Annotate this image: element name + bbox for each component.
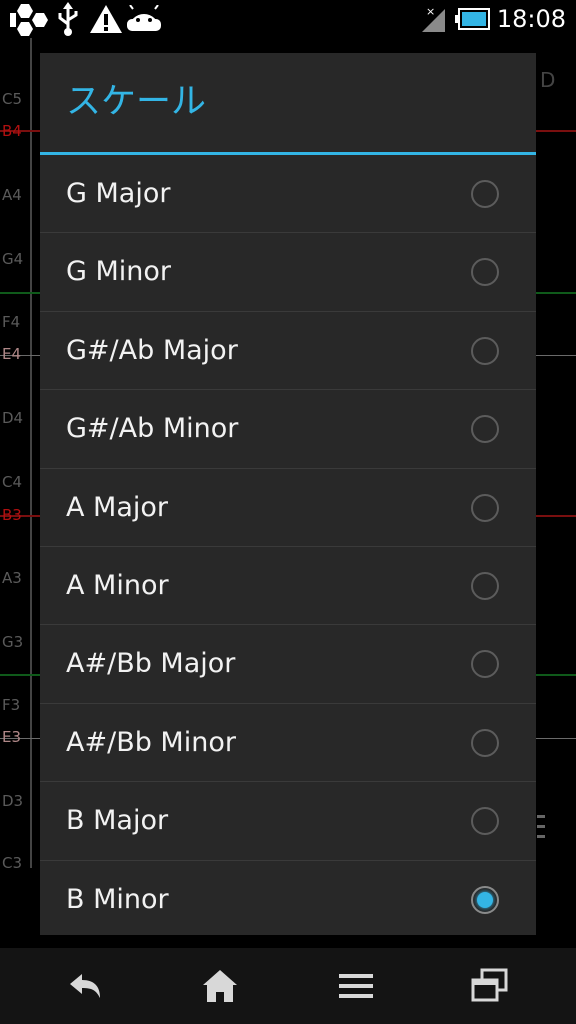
no-signal-icon: × [422, 5, 445, 32]
radio-button[interactable] [471, 571, 499, 600]
radio-button[interactable] [471, 258, 499, 287]
scale-option[interactable]: B Minor [40, 861, 536, 939]
radio-button[interactable] [471, 650, 499, 679]
scale-option-label: G Major [66, 178, 171, 209]
scale-option[interactable]: A Major [40, 469, 536, 547]
recent-apps-icon[interactable] [470, 966, 510, 1006]
menu-icon[interactable] [336, 966, 376, 1006]
scale-option-label: A#/Bb Minor [66, 726, 236, 758]
svg-text:×: × [426, 5, 435, 18]
scale-option-label: B Minor [66, 883, 169, 915]
usb-icon [58, 2, 78, 36]
note-label: D4 [2, 409, 24, 427]
note-label: D3 [2, 792, 24, 810]
scale-option-label: A Minor [66, 569, 169, 601]
scale-option-list: G Major G Minor G#/Ab Major G#/Ab Minor A Ma… [40, 155, 536, 939]
scale-option-label: B Major [66, 805, 169, 837]
note-label: F4 [2, 313, 21, 331]
note-label: G3 [2, 633, 24, 651]
battery-icon [455, 8, 490, 30]
background-partial-text: D [540, 68, 556, 92]
scale-option[interactable]: B Major [40, 782, 536, 861]
note-label: C3 [2, 854, 23, 872]
background-menu-icon [537, 815, 545, 845]
warning-icon [90, 5, 122, 33]
scale-option-label: G#/Ab Minor [66, 413, 239, 445]
scale-option[interactable]: G Minor [40, 233, 536, 312]
radio-selected-dot [477, 891, 493, 908]
note-label: B4 [2, 122, 22, 140]
scale-option-label: G Minor [66, 256, 172, 288]
note-label: A3 [2, 569, 22, 587]
note-label: F3 [2, 696, 21, 714]
scale-option-label: A#/Bb Major [66, 648, 236, 680]
status-bar: × 18:08 [0, 0, 576, 38]
note-label: G4 [2, 250, 24, 268]
note-label: A4 [2, 186, 22, 204]
scale-option-label: A Major [66, 491, 169, 523]
note-label: C4 [2, 473, 23, 491]
clock: 18:08 [496, 5, 566, 33]
scale-option-label: G#/Ab Major [66, 334, 238, 366]
android-icon [127, 5, 161, 31]
keyboard-divider [30, 38, 32, 868]
scale-dialog: スケール G Major G Minor G#/Ab Major G#/Ab Mino… [40, 53, 536, 935]
radio-button[interactable] [471, 336, 499, 365]
scale-option[interactable]: A#/Bb Minor [40, 704, 536, 783]
dialog-title: スケール [40, 53, 536, 155]
note-label: B3 [2, 506, 22, 524]
screen: × 18:08 D C5 B4 A4 G4 F4 E4 D4 C4 B3 A3 … [0, 0, 576, 1024]
back-icon[interactable] [66, 966, 106, 1006]
radio-button[interactable] [471, 807, 499, 836]
note-label: E3 [2, 728, 22, 746]
scale-option[interactable]: G#/Ab Major [40, 312, 536, 391]
scale-option[interactable]: G#/Ab Minor [40, 390, 536, 469]
home-icon[interactable] [200, 966, 240, 1006]
radio-button[interactable] [471, 180, 499, 208]
note-label: C5 [2, 90, 23, 108]
hexagon-icon [10, 4, 48, 36]
scale-option[interactable]: G Major [40, 155, 536, 234]
radio-button[interactable] [471, 493, 499, 522]
navigation-bar [0, 948, 576, 1024]
radio-button[interactable] [471, 728, 499, 757]
scale-option[interactable]: A#/Bb Major [40, 625, 536, 704]
note-label: E4 [2, 345, 22, 363]
scale-option[interactable]: A Minor [40, 547, 536, 626]
radio-button[interactable] [471, 415, 499, 444]
radio-button[interactable] [471, 885, 499, 914]
